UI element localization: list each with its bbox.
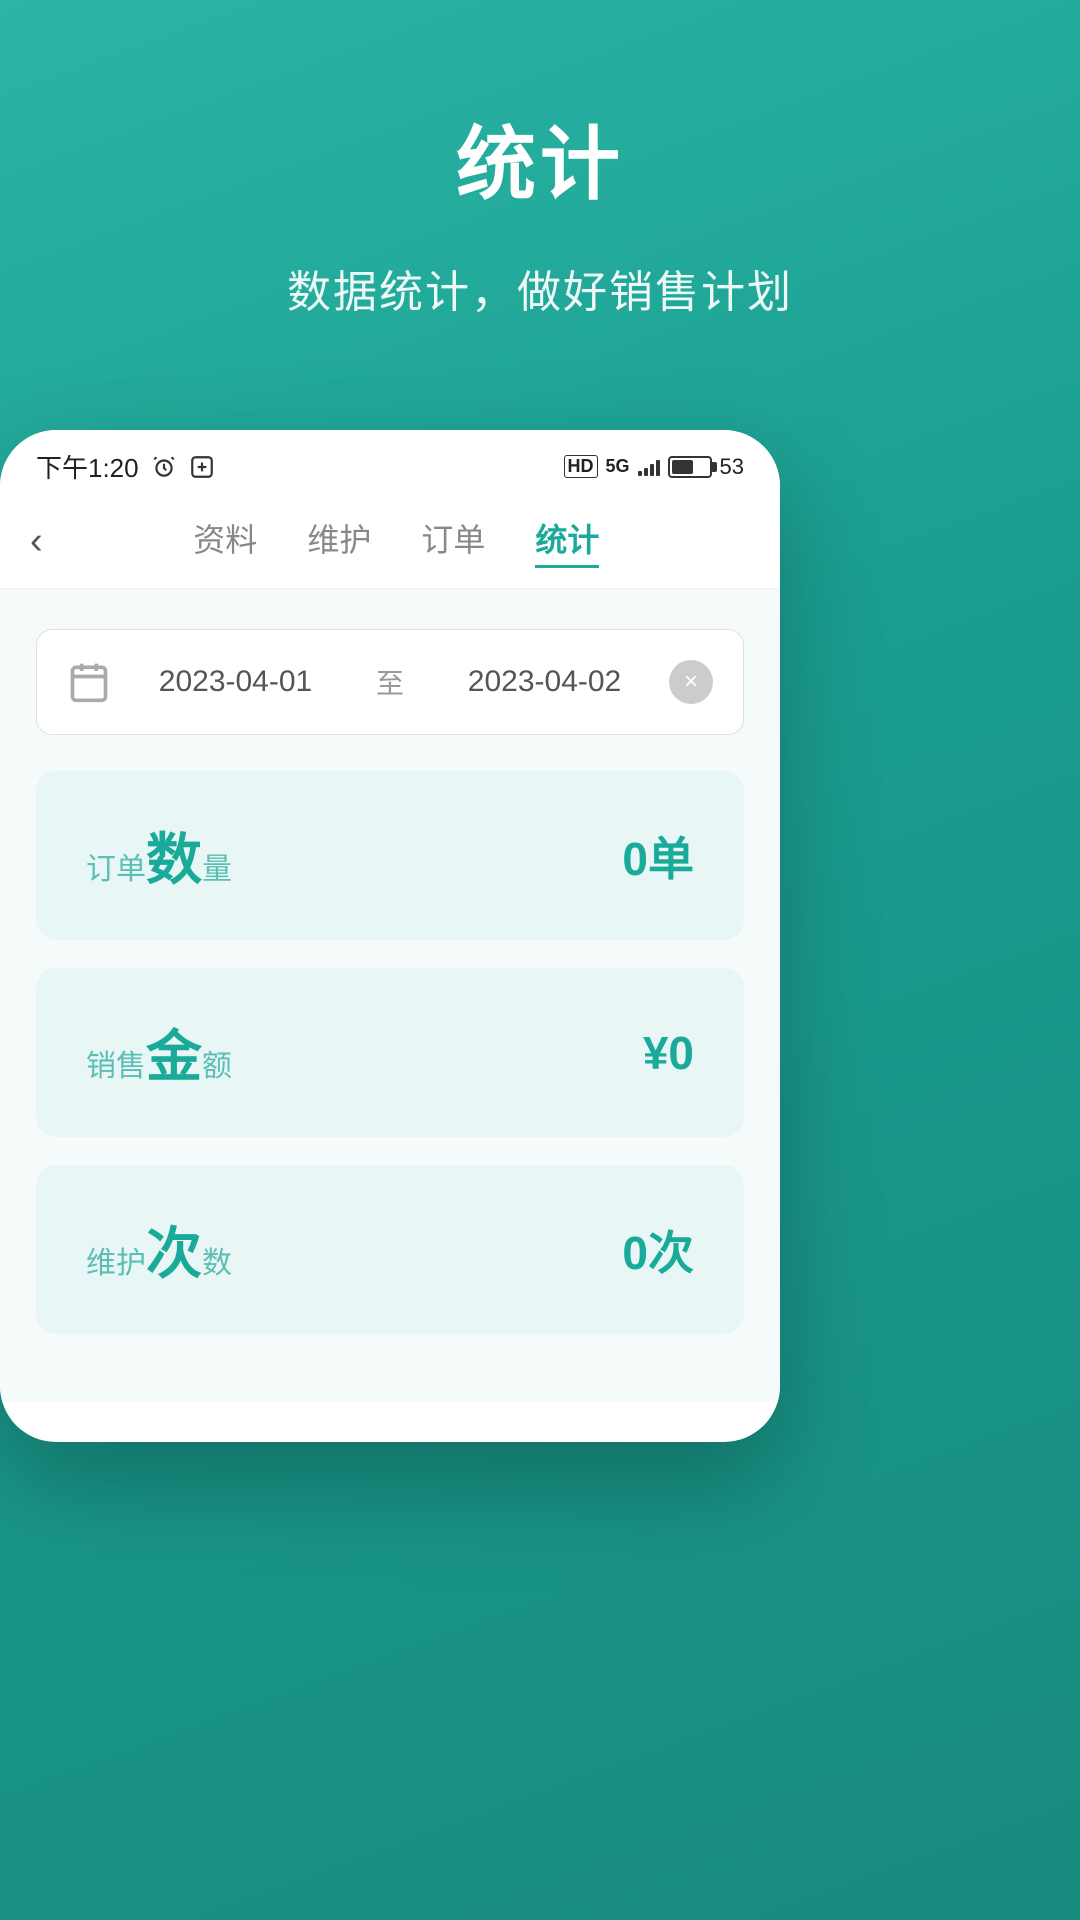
- status-time: 下午1:20: [36, 448, 139, 485]
- order-count-value: 0单: [622, 823, 694, 889]
- page-subtitle: 数据统计，做好销售计划: [0, 256, 1080, 320]
- battery-icon: [668, 456, 712, 478]
- alarm-icon: [151, 454, 177, 480]
- nav-tabs: 资料 维护 订单 统计: [73, 515, 720, 568]
- content-area: 2023-04-01 至 2023-04-02 × 订单 数 量 0单 销售 金: [0, 589, 780, 1402]
- maintenance-count-card: 维护 次 数 0次: [36, 1165, 744, 1334]
- order-label-suffix: 量: [202, 844, 232, 888]
- maintenance-label-big: 次: [146, 1209, 202, 1290]
- maintenance-count-value: 0次: [622, 1217, 694, 1283]
- order-count-card: 订单 数 量 0单: [36, 771, 744, 940]
- sales-label-suffix: 额: [202, 1041, 232, 1085]
- date-range-picker[interactable]: 2023-04-01 至 2023-04-02 ×: [36, 629, 744, 735]
- maintenance-label-suffix: 数: [202, 1238, 232, 1282]
- tab-weihu[interactable]: 维护: [307, 515, 371, 568]
- nav-bar: ‹ 资料 维护 订单 统计: [0, 495, 780, 589]
- nfc-icon: [189, 454, 215, 480]
- date-separator: 至: [360, 662, 420, 702]
- sales-label-prefix: 销售: [86, 1041, 146, 1085]
- clear-date-button[interactable]: ×: [669, 660, 713, 704]
- start-date[interactable]: 2023-04-01: [131, 665, 340, 699]
- sales-amount-card: 销售 金 额 ¥0: [36, 968, 744, 1137]
- sales-label-big: 金: [146, 1012, 202, 1093]
- page-header: 统计 数据统计，做好销售计划: [0, 0, 1080, 350]
- tab-tongji[interactable]: 统计: [535, 515, 599, 568]
- end-date[interactable]: 2023-04-02: [440, 665, 649, 699]
- calendar-icon: [67, 660, 111, 704]
- sales-amount-label: 销售 金 额: [86, 1012, 232, 1093]
- order-label-big: 数: [146, 815, 202, 896]
- status-bar-right: HD 5G 53: [564, 454, 745, 480]
- phone-mockup: 下午1:20 HD 5G: [0, 430, 780, 1442]
- tab-ziliao[interactable]: 资料: [193, 515, 257, 568]
- maintenance-label: 维护 次 数: [86, 1209, 232, 1290]
- back-button[interactable]: ‹: [30, 520, 43, 563]
- maintenance-label-prefix: 维护: [86, 1238, 146, 1282]
- status-bar-left: 下午1:20: [36, 448, 215, 485]
- battery-level: 53: [720, 454, 744, 480]
- signal-icon: [638, 458, 660, 476]
- tab-dingdan[interactable]: 订单: [421, 515, 485, 568]
- 5g-badge: 5G: [606, 456, 630, 477]
- status-bar: 下午1:20 HD 5G: [0, 430, 780, 495]
- order-count-label: 订单 数 量: [86, 815, 232, 896]
- page-title: 统计: [0, 100, 1080, 216]
- hd-badge: HD: [564, 455, 598, 479]
- sales-amount-value: ¥0: [643, 1026, 694, 1080]
- order-label-prefix: 订单: [86, 844, 146, 888]
